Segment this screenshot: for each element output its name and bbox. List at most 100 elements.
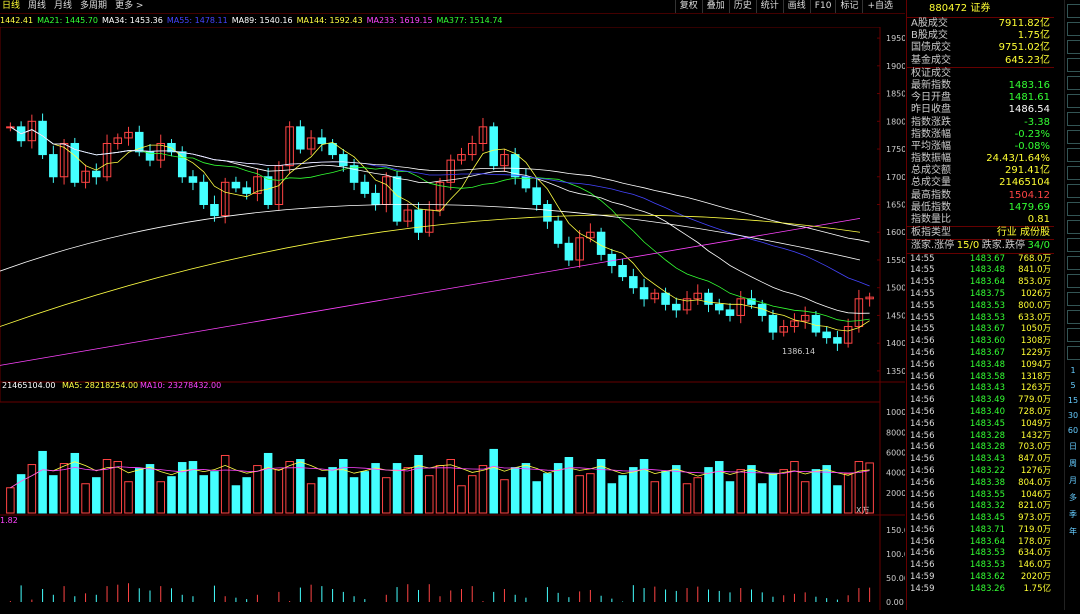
- tick-row: 14:55 1483.53 800.0万: [907, 301, 1054, 313]
- period-shortcut[interactable]: 5: [1065, 381, 1080, 390]
- quote-value: 9751.02亿: [998, 42, 1050, 54]
- volume-bar: [49, 475, 58, 514]
- price-tick: 1600: [886, 228, 905, 237]
- tool-button-0[interactable]: 复权: [674, 0, 702, 13]
- tool-icon[interactable]: [1067, 184, 1080, 198]
- tick-row: 14:56 1483.45 1049万: [907, 419, 1054, 431]
- chart-svg: 1950 1900 1850 1800 1750 1700 1650 1600 1550 1500…: [0, 26, 914, 610]
- tick-row: 14:56 1483.28 703.0万: [907, 442, 1054, 454]
- period-shortcut[interactable]: 周: [1065, 458, 1080, 469]
- period-shortcut[interactable]: 30: [1065, 411, 1080, 420]
- tool-icon[interactable]: [1067, 130, 1080, 144]
- quote-key: 平均涨幅: [911, 140, 951, 152]
- quote-row: 总成交额 291.41亿: [907, 165, 1054, 177]
- quote-key: 指数涨幅: [911, 128, 951, 140]
- tool-icon[interactable]: [1067, 148, 1080, 162]
- tool-icon[interactable]: [1067, 292, 1080, 306]
- tick-t: 14:56: [910, 406, 935, 417]
- volume-bar: [510, 467, 520, 514]
- kline-chart[interactable]: 1950 1900 1850 1800 1750 1700 1650 1600 1550 1500…: [0, 26, 914, 610]
- period-shortcut[interactable]: 月: [1065, 475, 1080, 486]
- volume-bar: [564, 457, 574, 514]
- tab-0[interactable]: 日线: [2, 0, 20, 13]
- candle-body: [92, 170, 101, 178]
- period-shortcut[interactable]: 季: [1065, 509, 1080, 520]
- tool-button-2[interactable]: 历史: [728, 0, 756, 13]
- updown-b: 15/0: [956, 240, 980, 252]
- tool-icon[interactable]: [1067, 76, 1080, 90]
- tool-icon[interactable]: [1067, 166, 1080, 180]
- period-shortcut[interactable]: 年: [1065, 526, 1080, 537]
- tick-q: 703.0万: [1018, 442, 1051, 453]
- tab-2[interactable]: 月线: [54, 0, 72, 13]
- period-shortcut[interactable]: 60: [1065, 426, 1080, 435]
- quote-key: 最新指数: [911, 79, 951, 91]
- period-shortcut[interactable]: 日: [1065, 441, 1080, 452]
- tool-icon[interactable]: [1067, 220, 1080, 234]
- candle-body: [392, 176, 402, 222]
- tick-p: 1483.53: [969, 312, 1005, 323]
- tool-icon[interactable]: [1067, 238, 1080, 252]
- candle-body: [349, 165, 359, 183]
- tool-button-6[interactable]: 标记: [835, 0, 862, 13]
- tick-t: 14:56: [910, 524, 935, 535]
- tab-4[interactable]: 更多 >: [115, 0, 143, 13]
- tick-t: 14:55: [910, 253, 935, 264]
- tick-q: 800.0万: [1018, 300, 1051, 311]
- tool-icon[interactable]: [1067, 346, 1080, 360]
- candle-body: [725, 309, 735, 316]
- tool-button-3[interactable]: 统计: [755, 0, 783, 13]
- vol-tick: 2000: [886, 489, 905, 498]
- tick-t: 14:55: [910, 324, 935, 335]
- tool-button-7[interactable]: +自选: [862, 0, 897, 13]
- volume-bar: [682, 483, 692, 514]
- tool-icon[interactable]: [1067, 274, 1080, 288]
- ind-tick: 0.00: [886, 598, 904, 607]
- quote-key: 国债成交: [911, 42, 951, 54]
- tool-icon[interactable]: [1067, 256, 1080, 270]
- volume-bar: [811, 469, 821, 514]
- tick-row: 14:56 1483.55 1046万: [907, 490, 1054, 502]
- volume-bar: [757, 483, 767, 514]
- tool-button-1[interactable]: 叠加: [701, 0, 729, 13]
- tool-icon[interactable]: [1067, 310, 1080, 324]
- volume-bar: [263, 452, 273, 514]
- quote-key: 昨日收盘: [911, 104, 951, 116]
- volume-bar: [382, 477, 391, 514]
- tool-icon[interactable]: [1067, 202, 1080, 216]
- price-tick: 1850: [886, 90, 905, 99]
- tool-button-4[interactable]: 画线: [782, 0, 810, 13]
- tool-icon[interactable]: [1067, 58, 1080, 72]
- tool-icon[interactable]: [1067, 112, 1080, 126]
- tool-icon[interactable]: [1067, 40, 1080, 54]
- volume-bar: [253, 465, 262, 514]
- tick-p: 1483.26: [969, 583, 1005, 594]
- tab-1[interactable]: 周线: [28, 0, 46, 13]
- candle-body: [371, 192, 380, 205]
- tab-3[interactable]: 多周期: [80, 0, 107, 13]
- quote-key: 总成交量: [911, 177, 951, 189]
- volume-bar: [833, 485, 842, 514]
- period-shortcut[interactable]: 多: [1065, 492, 1080, 503]
- period-shortcut[interactable]: 15: [1065, 396, 1080, 405]
- quote-key: 最低指数: [911, 201, 951, 213]
- tool-icon[interactable]: [1067, 22, 1080, 36]
- period-shortcut[interactable]: 1: [1065, 366, 1080, 375]
- volume-bar: [521, 463, 531, 514]
- quote-value: -0.23%: [1014, 128, 1050, 140]
- tick-p: 1483.45: [969, 513, 1005, 524]
- tool-button-5[interactable]: F10: [809, 0, 836, 13]
- tool-icon[interactable]: [1067, 328, 1080, 342]
- candle-body: [639, 287, 649, 300]
- volume-bar: [618, 475, 627, 514]
- indicator-label: 1.82: [0, 516, 18, 525]
- tool-icon[interactable]: [1067, 4, 1080, 18]
- sector-value[interactable]: 行业 成份股: [997, 227, 1050, 239]
- tick-p: 1483.45: [969, 418, 1005, 429]
- tick-t: 14:56: [910, 465, 935, 476]
- tick-list[interactable]: 14:55 1483.67 768.0万 14:55 1483.48 841.0万 14:5…: [907, 254, 1054, 596]
- tool-icon[interactable]: [1067, 94, 1080, 108]
- quote-row: 权证成交: [907, 68, 1054, 80]
- tick-p: 1483.53: [969, 560, 1005, 571]
- candle-body: [822, 331, 831, 339]
